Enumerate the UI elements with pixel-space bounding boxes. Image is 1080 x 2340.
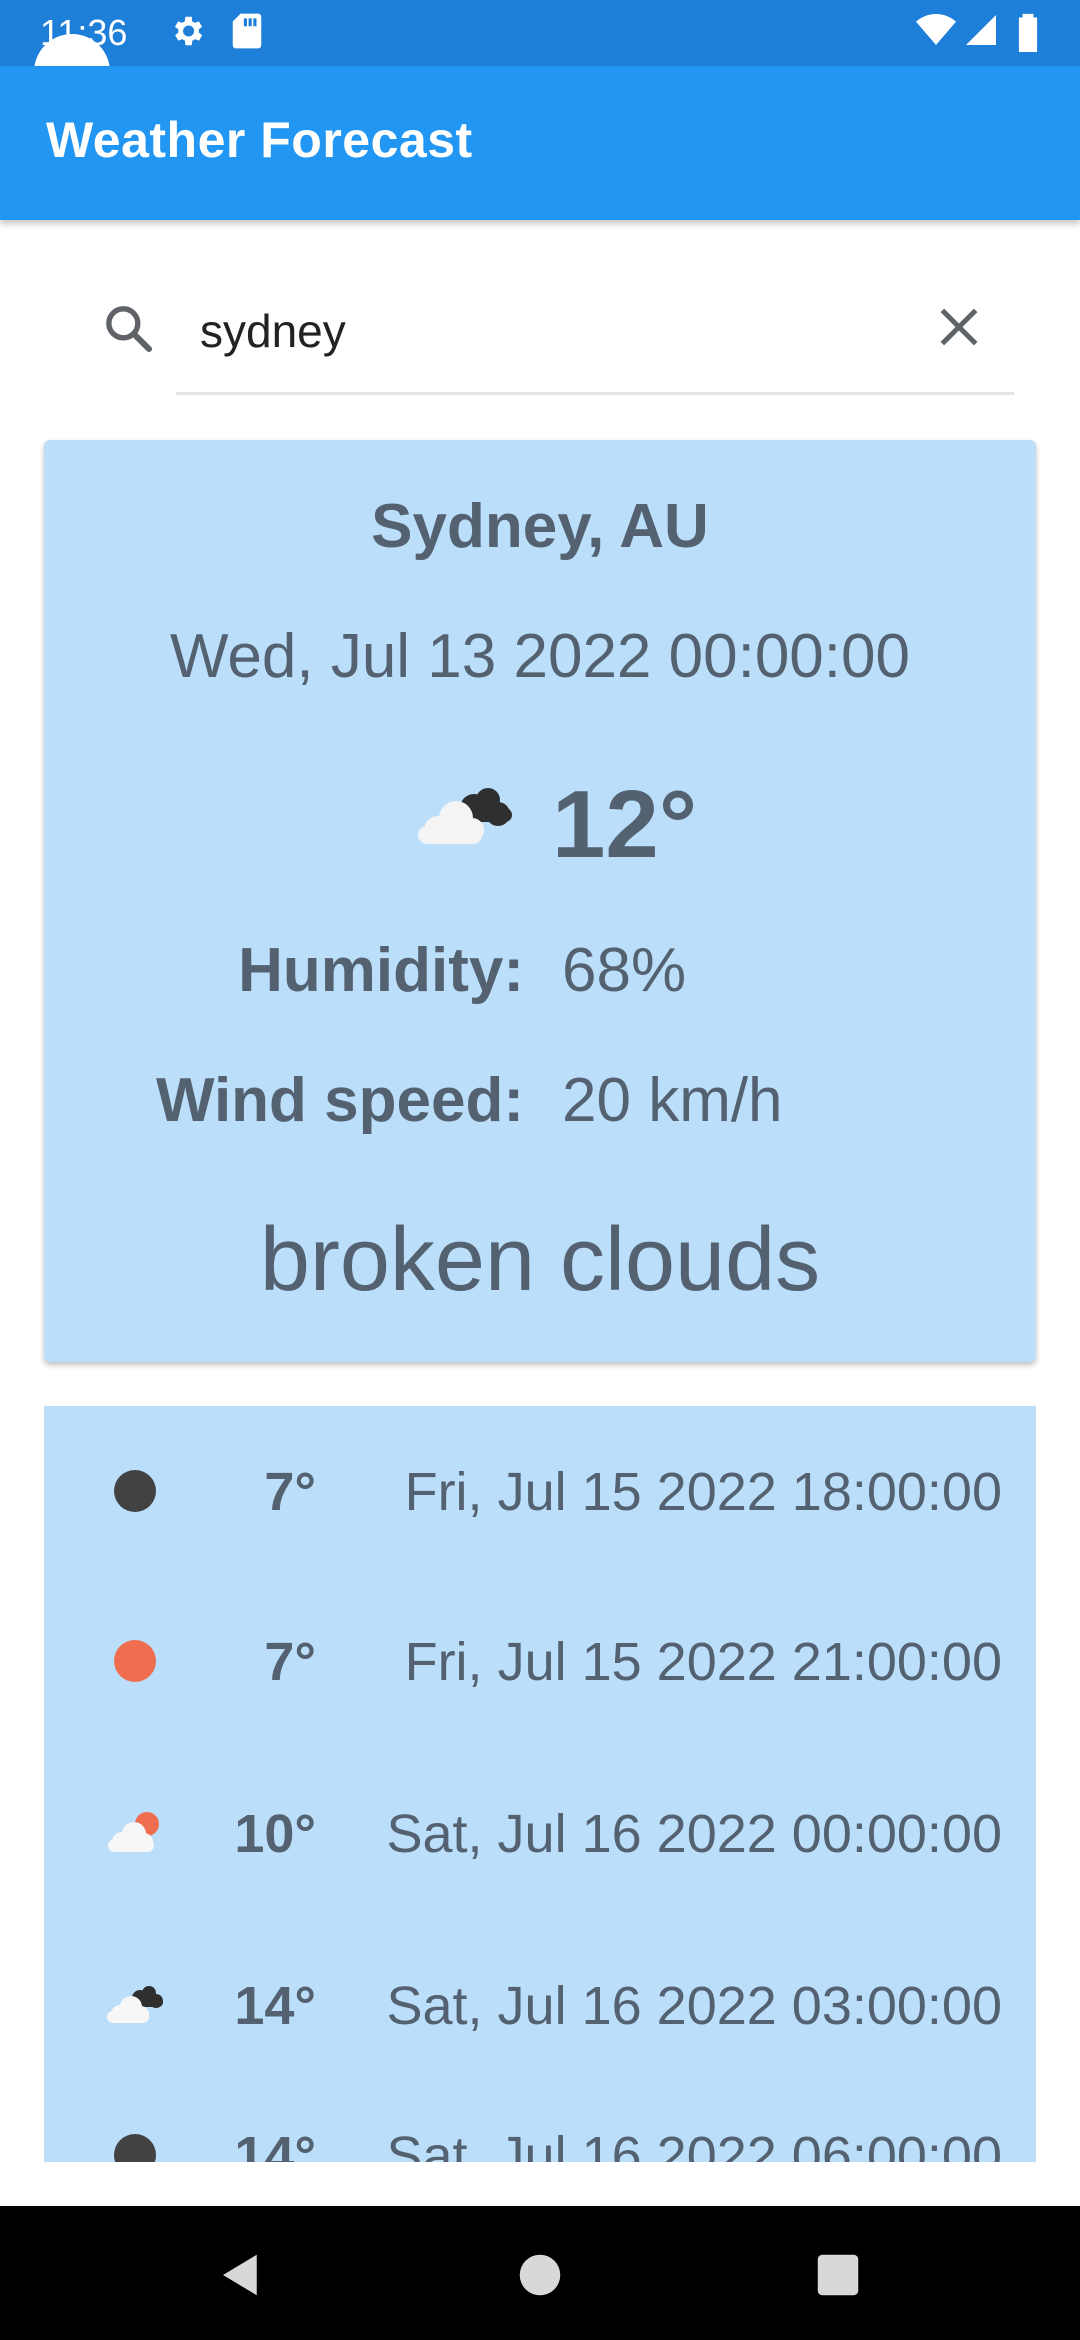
search-underline bbox=[176, 392, 1014, 395]
search-icon bbox=[106, 306, 153, 353]
back-icon[interactable] bbox=[214, 2248, 268, 2302]
forecast-item: 7° Fri, Jul 15 2022 21:00:00 bbox=[44, 1576, 1036, 1746]
forecast-datetime: Sat, Jul 16 2022 06:00:00 bbox=[386, 2126, 1003, 2162]
forecast-datetime: Fri, Jul 15 2022 21:00:00 bbox=[404, 1632, 1002, 1692]
forecast-datetime: Sat, Jul 16 2022 00:00:00 bbox=[386, 1804, 1003, 1864]
recents-icon[interactable] bbox=[811, 2248, 865, 2302]
wind-speed-value: 20 km/h bbox=[562, 1066, 783, 1135]
clear-night-icon bbox=[114, 2134, 156, 2162]
signal-icon bbox=[966, 15, 996, 45]
home-icon[interactable] bbox=[513, 2248, 567, 2302]
city-name: Sydney, AU bbox=[371, 492, 709, 561]
forecast-datetime: Sat, Jul 16 2022 03:00:00 bbox=[386, 1976, 1003, 2036]
forecast-list[interactable]: 7° Fri, Jul 15 2022 18:00:00 7° Fri, Jul… bbox=[44, 1406, 1036, 2162]
forecast-temp: 10° bbox=[234, 1804, 316, 1864]
clear-night-icon bbox=[114, 1470, 156, 1512]
humidity-label: Humidity: bbox=[238, 936, 524, 1005]
few-clouds-day-icon bbox=[108, 1812, 159, 1852]
clear-day-icon bbox=[114, 1640, 156, 1682]
broken-clouds-icon bbox=[107, 1986, 163, 2023]
sd-card-icon bbox=[232, 13, 262, 49]
forecast-item: 14° Sat, Jul 16 2022 03:00:00 bbox=[44, 1920, 1036, 2090]
search-input[interactable] bbox=[176, 296, 896, 366]
humidity-value: 68% bbox=[562, 936, 687, 1005]
broken-clouds-icon bbox=[418, 788, 512, 844]
forecast-temp: 7° bbox=[264, 1632, 316, 1692]
app-bar: Weather Forecast bbox=[0, 66, 1080, 220]
current-weather-card: Sydney, AU Wed, Jul 13 2022 00:00:00 12°… bbox=[44, 440, 1036, 1362]
forecast-item: 10° Sat, Jul 16 2022 00:00:00 bbox=[44, 1748, 1036, 1918]
settings-icon bbox=[174, 16, 203, 46]
current-datetime: Wed, Jul 13 2022 00:00:00 bbox=[170, 622, 910, 691]
forecast-item: 14° Sat, Jul 16 2022 06:00:00 bbox=[44, 2070, 1036, 2162]
wifi-icon bbox=[916, 14, 956, 45]
app-title: Weather Forecast bbox=[46, 112, 473, 168]
forecast-temp: 7° bbox=[264, 1462, 316, 1522]
battery-icon bbox=[1018, 13, 1038, 52]
status-bar: 11:36 bbox=[0, 0, 1080, 66]
forecast-temp: 14° bbox=[234, 2126, 316, 2162]
navigation-bar bbox=[0, 2206, 1080, 2340]
forecast-datetime: Fri, Jul 15 2022 18:00:00 bbox=[404, 1462, 1002, 1522]
current-temperature: 12° bbox=[552, 771, 698, 878]
weather-description: broken clouds bbox=[259, 1210, 821, 1310]
wind-speed-label: Wind speed: bbox=[155, 1066, 524, 1135]
clear-search-icon[interactable] bbox=[934, 302, 984, 352]
forecast-temp: 14° bbox=[234, 1976, 316, 2036]
forecast-item: 7° Fri, Jul 15 2022 18:00:00 bbox=[44, 1406, 1036, 1576]
